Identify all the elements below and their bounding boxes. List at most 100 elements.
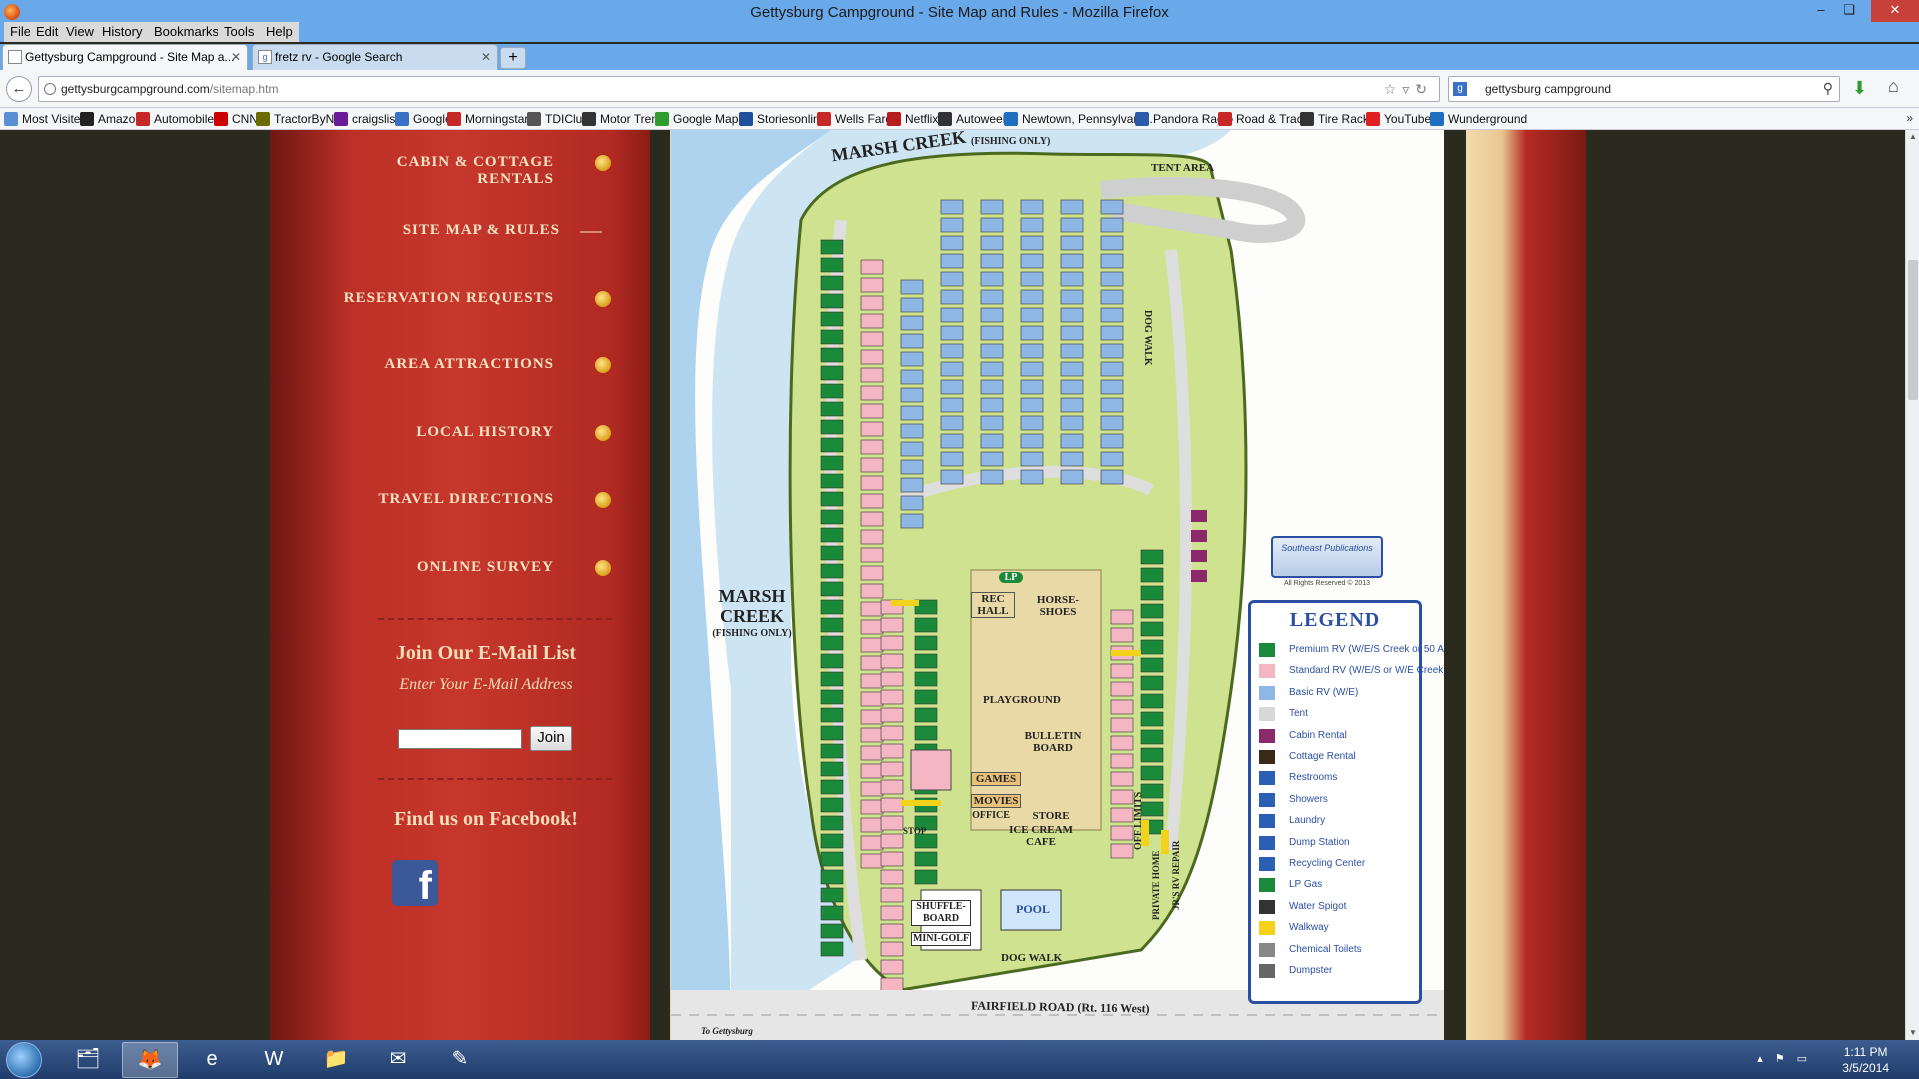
bookmark-newtown[interactable]: Newtown, Pennsylvani... xyxy=(1004,111,1153,127)
system-clock[interactable]: 1:11 PM 3/5/2014 xyxy=(1842,1044,1889,1076)
bookmarks-overflow-icon[interactable]: » xyxy=(1906,111,1913,125)
tab-campground[interactable]: Gettysburg Campground - Site Map a... ✕ xyxy=(2,44,248,70)
tab-close-icon[interactable]: ✕ xyxy=(231,45,241,69)
campsite xyxy=(1110,843,1134,859)
tab-strip: Gettysburg Campground - Site Map a... ✕ … xyxy=(0,44,1919,70)
clock-date: 3/5/2014 xyxy=(1842,1061,1889,1075)
internet-explorer-taskbar-icon[interactable]: e xyxy=(184,1042,240,1078)
bookmark-peace[interactable]: craigslist xyxy=(334,111,399,127)
join-button[interactable]: Join xyxy=(530,726,572,751)
page-scrollbar[interactable]: ▲ ▼ xyxy=(1905,130,1919,1040)
campsite xyxy=(880,815,904,831)
campsite xyxy=(860,349,884,365)
search-icon[interactable]: ⚲ xyxy=(1823,80,1833,97)
tab-close-icon[interactable]: ✕ xyxy=(481,45,491,69)
tab-label: Gettysburg Campground - Site Map a... xyxy=(25,50,235,64)
bookmark-stories[interactable]: Storiesonline xyxy=(739,111,826,127)
bookmark-youtube[interactable]: YouTube xyxy=(1366,111,1431,127)
campsite xyxy=(880,797,904,813)
bookmark-star-icon[interactable]: ☆▿↻ xyxy=(1384,81,1433,98)
minimize-button[interactable]: – xyxy=(1807,0,1835,22)
search-engine-icon[interactable]: g xyxy=(1453,82,1467,96)
menu-bookmarks[interactable]: Bookmarks xyxy=(148,22,226,42)
campsite xyxy=(820,941,844,957)
maximize-button[interactable]: ❏ xyxy=(1835,0,1863,22)
bookmark-netflix[interactable]: Netflix xyxy=(887,111,938,127)
campsite xyxy=(1110,753,1134,769)
peace-icon xyxy=(334,112,348,126)
bookmark-label: Road & Track xyxy=(1236,112,1309,126)
bookmark-cnn[interactable]: CNN. xyxy=(214,111,261,127)
campsite xyxy=(914,635,938,651)
legend-label: LP Gas xyxy=(1289,879,1323,891)
nav-reservation-requests[interactable]: RESERVATION REQUESTS xyxy=(320,290,554,307)
campsite xyxy=(1100,289,1124,305)
menu-help[interactable]: Help xyxy=(260,22,299,42)
bookmark-label: Most Visited xyxy=(22,112,88,126)
campsite xyxy=(1060,361,1084,377)
menu-view[interactable]: View xyxy=(60,22,100,42)
download-icon[interactable]: ⬇ xyxy=(1852,78,1867,99)
scroll-up-icon[interactable]: ▲ xyxy=(1906,130,1919,144)
menu-tools[interactable]: Tools xyxy=(218,22,261,42)
home-icon[interactable]: ⌂ xyxy=(1888,76,1899,97)
nav-site-map-rules[interactable]: SITE MAP & RULES xyxy=(320,222,560,239)
divider xyxy=(378,778,612,780)
legend-swatch xyxy=(1259,814,1275,829)
bookmark-maps[interactable]: Google Maps xyxy=(655,111,744,127)
campsite xyxy=(1100,199,1124,215)
legend-swatch xyxy=(1259,964,1275,978)
search-bar[interactable]: g gettysburg campground ⚲ xyxy=(1448,76,1840,102)
nav-local-history[interactable]: LOCAL HISTORY xyxy=(320,424,554,441)
legend-label: Recycling Center xyxy=(1289,858,1366,869)
tab-google-search[interactable]: g fretz rv - Google Search ✕ xyxy=(252,44,498,70)
campsite xyxy=(860,475,884,491)
campsite xyxy=(860,583,884,599)
scroll-thumb[interactable] xyxy=(1908,260,1918,400)
start-button[interactable] xyxy=(6,1042,42,1078)
system-tray-icons[interactable]: ▴⚑▭ xyxy=(1757,1052,1819,1065)
bookmark-automobile[interactable]: Automobile xyxy=(136,111,214,127)
legend-label: Showers xyxy=(1289,793,1328,805)
nav-area-attractions[interactable]: AREA ATTRACTIONS xyxy=(320,356,554,373)
search-input[interactable]: gettysburg campground xyxy=(1485,82,1611,96)
bookmark-tirerack[interactable]: Tire Rack - xyxy=(1300,111,1376,127)
thunderbird-taskbar-icon[interactable]: ✉ xyxy=(370,1042,426,1078)
scroll-down-icon[interactable]: ▼ xyxy=(1906,1026,1919,1040)
facebook-icon[interactable]: f xyxy=(392,860,438,906)
bookmark-tdi[interactable]: TDIClub xyxy=(527,111,589,127)
campsite xyxy=(1140,711,1164,727)
bookmark-autoweek[interactable]: Autoweek xyxy=(938,111,1009,127)
nav-travel-directions[interactable]: TRAVEL DIRECTIONS xyxy=(320,491,554,508)
campsite xyxy=(860,529,884,545)
new-tab-button[interactable]: + xyxy=(500,47,526,69)
bookmark-tractor[interactable]: TractorByNet xyxy=(256,111,344,127)
bookmark-wunderground[interactable]: Wunderground xyxy=(1430,111,1527,127)
firefox-taskbar-icon[interactable]: 🦊 xyxy=(122,1042,178,1078)
file-explorer-taskbar-icon[interactable]: 📁 xyxy=(308,1042,364,1078)
campsite xyxy=(1020,415,1044,431)
bookmark-amazon[interactable]: Amazon xyxy=(80,111,142,127)
bookmark-motortrend[interactable]: Motor Trend xyxy=(582,111,665,127)
bookmark-morningstar[interactable]: Morningstar xyxy=(447,111,528,127)
campsite xyxy=(880,707,904,723)
back-button[interactable]: ← xyxy=(6,76,32,102)
wunderground-icon xyxy=(1430,112,1444,126)
menu-bar: File Edit View History Bookmarks Tools H… xyxy=(0,22,1919,42)
bookmark-most-visited[interactable]: Most Visited xyxy=(4,111,87,127)
campsite xyxy=(980,253,1004,269)
close-button[interactable]: ✕ xyxy=(1871,0,1919,22)
globe-icon xyxy=(44,83,56,95)
bookmark-google[interactable]: Google xyxy=(395,111,452,127)
paint-taskbar-icon[interactable]: ✎ xyxy=(432,1042,488,1078)
campsite xyxy=(1060,307,1084,323)
nav-online-survey[interactable]: ONLINE SURVEY xyxy=(320,559,554,576)
email-field[interactable] xyxy=(398,729,522,749)
nav-cabin-cottage-rentals[interactable]: CABIN & COTTAGE RENTALS xyxy=(320,154,554,188)
bookmark-roadtrack[interactable]: Road & Track xyxy=(1218,111,1309,127)
word-taskbar-icon[interactable]: W xyxy=(246,1042,302,1078)
url-bar[interactable]: gettysburgcampground.com/sitemap.htm ☆▿↻ xyxy=(38,76,1440,102)
games-label: GAMES xyxy=(971,772,1021,786)
menu-history[interactable]: History xyxy=(96,22,149,42)
explorer-taskbar-icon[interactable]: 🗂 xyxy=(60,1042,116,1078)
